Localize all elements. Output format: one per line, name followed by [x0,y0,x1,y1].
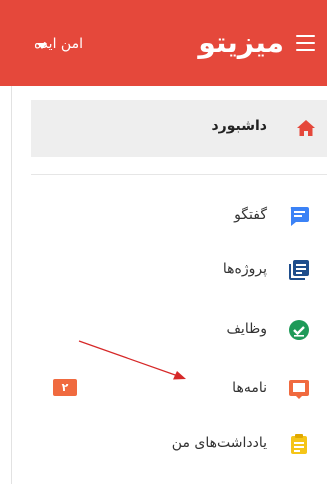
red-arrow-pointer [78,340,186,380]
